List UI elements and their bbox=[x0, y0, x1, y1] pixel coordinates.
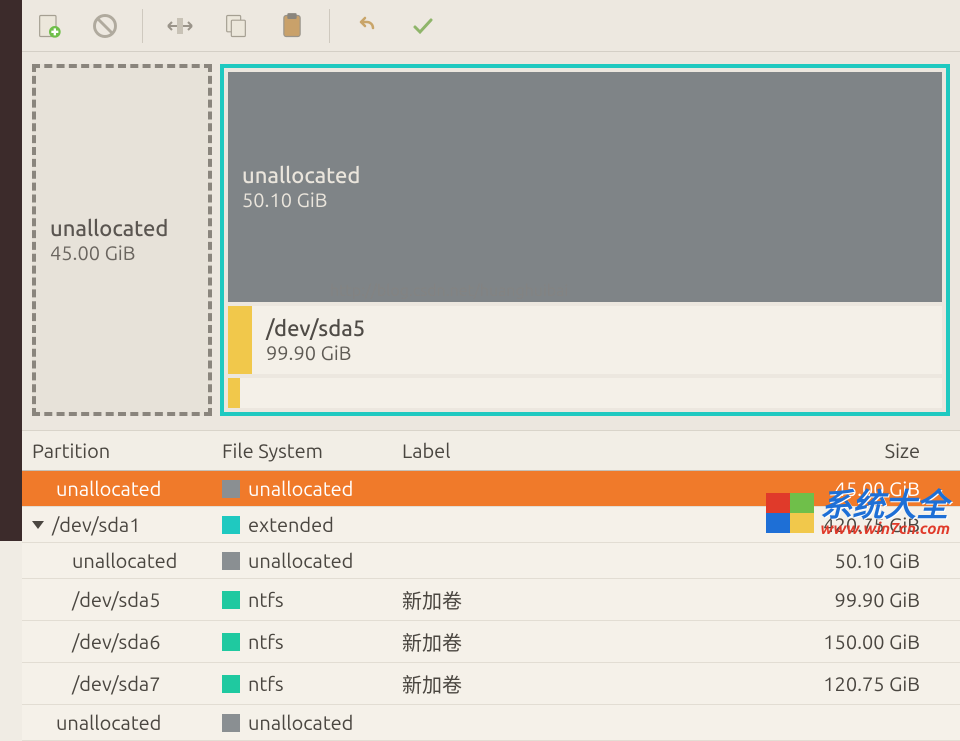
table-row[interactable]: /dev/sda7 ntfs 新加卷120.75 GiB bbox=[22, 663, 960, 705]
cell-partition: /dev/sda5 bbox=[22, 582, 212, 617]
col-partition[interactable]: Partition bbox=[22, 431, 212, 470]
filesystem-color-icon bbox=[222, 480, 240, 498]
table-row[interactable]: /dev/sda5 ntfs 新加卷99.90 GiB bbox=[22, 579, 960, 621]
disk-block-extended: unallocated 50.10 GiB /dev/sda5 99.90 Gi… bbox=[220, 64, 950, 416]
resize-button[interactable] bbox=[161, 7, 199, 45]
disk-block-unallocated-1[interactable]: unallocated 45.00 GiB bbox=[32, 64, 212, 416]
cell-label bbox=[392, 717, 532, 729]
partition-name: /dev/sda6 bbox=[72, 630, 160, 653]
partition-name: /dev/sda7 bbox=[72, 672, 160, 695]
delete-button[interactable] bbox=[86, 7, 124, 45]
paste-button[interactable] bbox=[273, 7, 311, 45]
cell-label: 新加卷 bbox=[392, 579, 532, 620]
partition-name: /dev/sda1 bbox=[52, 513, 140, 536]
cell-label bbox=[392, 483, 532, 495]
disk-block-sda5[interactable]: /dev/sda5 99.90 GiB bbox=[228, 306, 942, 374]
filesystem-name: extended bbox=[248, 513, 334, 536]
filesystem-color-icon bbox=[222, 714, 240, 732]
partition-table: Partition File System Label Size unalloc… bbox=[22, 430, 960, 741]
filesystem-color-icon bbox=[222, 516, 240, 534]
filesystem-name: ntfs bbox=[248, 588, 284, 611]
separator bbox=[142, 9, 143, 43]
partition-name: unallocated bbox=[56, 711, 161, 734]
cell-filesystem: unallocated bbox=[212, 471, 392, 506]
source-url-watermark: http://blog.csdn.net/huanghuibai bbox=[330, 282, 568, 300]
cell-filesystem: unallocated bbox=[212, 543, 392, 578]
col-filesystem[interactable]: File System bbox=[212, 431, 392, 470]
launcher-strip bbox=[0, 0, 22, 541]
cell-filesystem: ntfs bbox=[212, 666, 392, 701]
cell-label: 新加卷 bbox=[392, 621, 532, 662]
block-label: unallocated bbox=[242, 163, 928, 188]
cell-size: 99.90 GiB bbox=[532, 582, 960, 617]
filesystem-color-icon bbox=[222, 591, 240, 609]
block-size: 45.00 GiB bbox=[50, 241, 194, 264]
cell-partition: unallocated bbox=[22, 705, 212, 740]
partition-name: unallocated bbox=[56, 477, 161, 500]
filesystem-name: unallocated bbox=[248, 477, 353, 500]
block-label: /dev/sda5 bbox=[266, 316, 928, 341]
new-partition-button[interactable] bbox=[30, 7, 68, 45]
toolbar bbox=[22, 0, 960, 52]
cell-partition: unallocated bbox=[22, 471, 212, 506]
cell-partition: /dev/sda7 bbox=[22, 666, 212, 701]
apply-button[interactable] bbox=[404, 7, 442, 45]
cell-filesystem: ntfs bbox=[212, 624, 392, 659]
cell-partition: unallocated bbox=[22, 543, 212, 578]
separator bbox=[329, 9, 330, 43]
site-watermark: 系统大全 www.win7cn.com bbox=[766, 489, 950, 537]
filesystem-name: ntfs bbox=[248, 672, 284, 695]
filesystem-color-icon bbox=[222, 675, 240, 693]
disk-map: unallocated 45.00 GiB unallocated 50.10 … bbox=[22, 52, 960, 430]
filesystem-color-icon bbox=[222, 633, 240, 651]
partition-name: unallocated bbox=[72, 549, 177, 572]
col-label[interactable]: Label bbox=[392, 431, 532, 470]
block-size: 99.90 GiB bbox=[266, 341, 928, 364]
filesystem-name: ntfs bbox=[248, 630, 284, 653]
copy-button[interactable] bbox=[217, 7, 255, 45]
table-header: Partition File System Label Size bbox=[22, 430, 960, 471]
cell-label bbox=[392, 519, 532, 531]
cell-size bbox=[532, 717, 960, 729]
watermark-title: 系统大全 bbox=[820, 489, 950, 521]
filesystem-name: unallocated bbox=[248, 549, 353, 572]
watermark-logo-icon bbox=[766, 493, 814, 533]
table-row[interactable]: unallocated unallocated bbox=[22, 705, 960, 741]
cell-partition: /dev/sda1 bbox=[22, 507, 212, 542]
undo-button[interactable] bbox=[348, 7, 386, 45]
watermark-url: www.win7cn.com bbox=[820, 521, 950, 537]
cell-filesystem: ntfs bbox=[212, 582, 392, 617]
block-label: unallocated bbox=[50, 216, 194, 241]
col-size[interactable]: Size bbox=[532, 431, 960, 470]
cell-label bbox=[392, 555, 532, 567]
disk-block-unallocated-2[interactable]: unallocated 50.10 GiB bbox=[228, 72, 942, 302]
disk-block-tail[interactable] bbox=[228, 378, 942, 408]
filesystem-color-icon bbox=[222, 552, 240, 570]
cell-partition: /dev/sda6 bbox=[22, 624, 212, 659]
block-size: 50.10 GiB bbox=[242, 188, 928, 211]
table-row[interactable]: /dev/sda6 ntfs 新加卷150.00 GiB bbox=[22, 621, 960, 663]
gparted-window: unallocated 45.00 GiB unallocated 50.10 … bbox=[22, 0, 960, 741]
cell-label: 新加卷 bbox=[392, 663, 532, 704]
filesystem-name: unallocated bbox=[248, 711, 353, 734]
cell-filesystem: extended bbox=[212, 507, 392, 542]
expander-icon[interactable] bbox=[32, 521, 44, 529]
partition-name: /dev/sda5 bbox=[72, 588, 160, 611]
cell-size: 50.10 GiB bbox=[532, 543, 960, 578]
cell-size: 120.75 GiB bbox=[532, 666, 960, 701]
table-row[interactable]: unallocated unallocated 50.10 GiB bbox=[22, 543, 960, 579]
watermark-text: 系统大全 www.win7cn.com bbox=[820, 489, 950, 537]
cell-filesystem: unallocated bbox=[212, 705, 392, 740]
cell-size: 150.00 GiB bbox=[532, 624, 960, 659]
